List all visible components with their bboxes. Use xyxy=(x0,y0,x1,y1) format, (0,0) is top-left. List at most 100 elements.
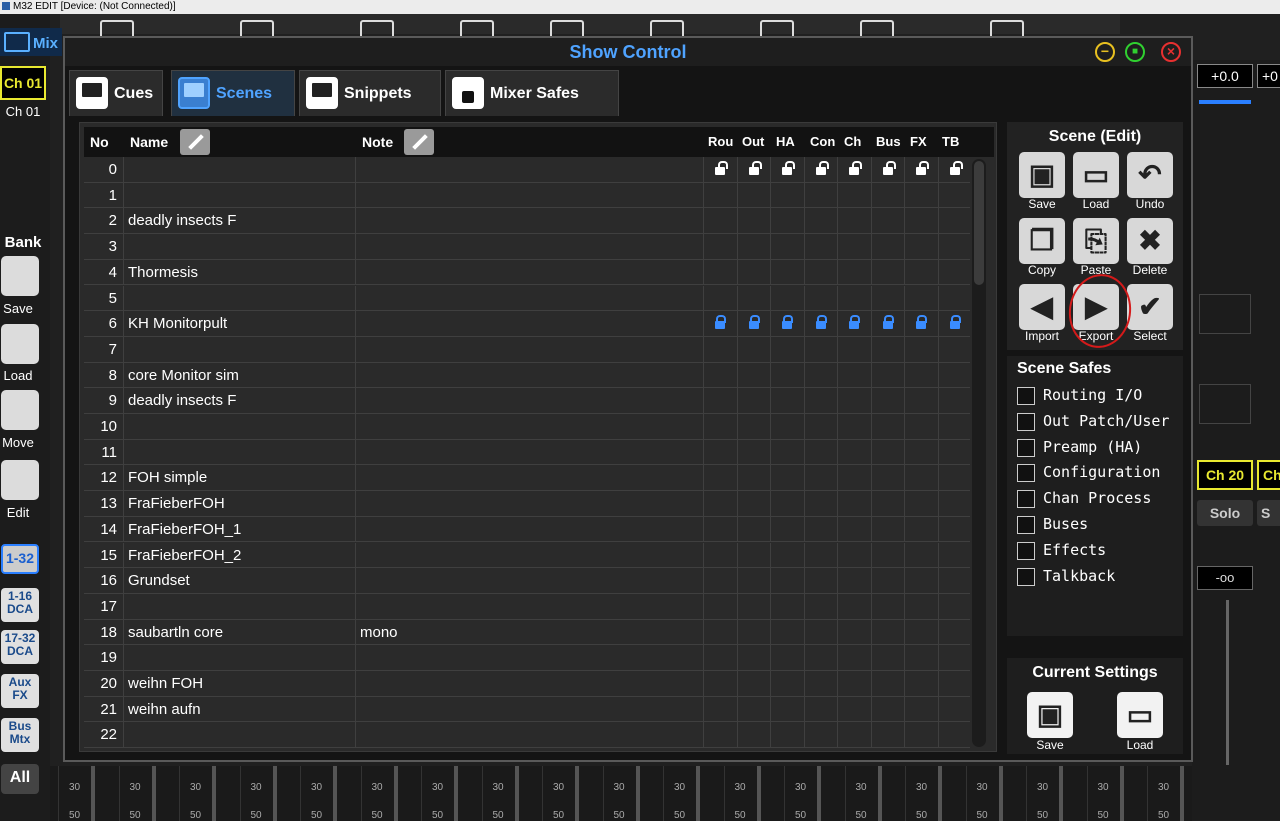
scene-note[interactable] xyxy=(356,388,704,414)
safe-cell[interactable] xyxy=(738,259,771,286)
layer-1-32-button[interactable]: 1-32 xyxy=(1,544,39,574)
safe-cell[interactable] xyxy=(704,491,738,517)
scene-safe-checkbox[interactable] xyxy=(1017,464,1035,483)
safe-cell[interactable] xyxy=(704,516,738,543)
safe-cell[interactable] xyxy=(704,542,738,569)
safe-cell[interactable] xyxy=(704,671,738,697)
safe-cell[interactable] xyxy=(939,363,971,389)
scene-note[interactable] xyxy=(356,542,704,569)
table-row[interactable]: 14 FraFieberFOH_1 xyxy=(84,516,970,543)
safe-cell[interactable] xyxy=(771,259,805,286)
safe-cell[interactable] xyxy=(872,182,905,209)
safe-cell[interactable] xyxy=(738,182,771,209)
scene-name[interactable] xyxy=(124,336,356,363)
safe-cell[interactable] xyxy=(838,234,872,260)
gain-readout[interactable]: +0.0 xyxy=(1197,64,1253,88)
safe-cell[interactable] xyxy=(704,414,738,440)
safe-cell[interactable] xyxy=(738,234,771,260)
table-row[interactable]: 15 FraFieberFOH_2 xyxy=(84,542,970,569)
tab-scenes[interactable]: Scenes xyxy=(171,70,295,116)
safe-cell[interactable] xyxy=(939,465,971,491)
safe-cell[interactable] xyxy=(771,593,805,620)
scene-note[interactable] xyxy=(356,516,704,543)
safe-cell[interactable] xyxy=(939,208,971,234)
safe-cell[interactable] xyxy=(805,722,838,749)
paste-scene-button[interactable]: ⎘ xyxy=(1073,218,1119,264)
fader-scale[interactable]: 30 50 xyxy=(844,766,901,821)
scene-note[interactable] xyxy=(356,234,704,260)
scene-note[interactable] xyxy=(356,491,704,517)
fader-scale[interactable]: 30 50 xyxy=(239,766,296,821)
scene-note[interactable] xyxy=(356,208,704,235)
bank-load-button[interactable] xyxy=(1,324,39,364)
bank-save-button[interactable] xyxy=(1,256,39,296)
layer-aux-fx-button[interactable]: Aux FX xyxy=(1,674,39,708)
safe-cell[interactable] xyxy=(905,311,939,337)
channel-next-label[interactable]: Ch xyxy=(1257,460,1280,490)
scene-name[interactable]: saubartln core xyxy=(124,619,356,646)
safe-cell[interactable] xyxy=(939,620,971,646)
safe-cell[interactable] xyxy=(838,671,872,697)
safe-cell[interactable] xyxy=(805,619,838,646)
safe-cell[interactable] xyxy=(939,594,971,620)
safe-cell[interactable] xyxy=(838,362,872,389)
safe-cell[interactable] xyxy=(939,440,971,466)
safe-cell[interactable] xyxy=(872,362,905,389)
safe-cell[interactable] xyxy=(805,234,838,260)
safe-cell[interactable] xyxy=(872,388,905,414)
safe-cell[interactable] xyxy=(805,285,838,312)
safe-cell[interactable] xyxy=(805,542,838,569)
import-scene-button[interactable]: ◀ xyxy=(1019,284,1065,330)
safe-cell[interactable] xyxy=(738,285,771,312)
safe-cell[interactable] xyxy=(704,696,738,723)
safe-cell[interactable] xyxy=(872,234,905,260)
safe-cell[interactable] xyxy=(905,336,939,363)
safe-cell[interactable] xyxy=(905,619,939,646)
channel-label[interactable]: Ch 01 xyxy=(0,66,46,100)
mix-tab[interactable]: Mix xyxy=(0,28,62,56)
safe-cell[interactable] xyxy=(905,362,939,389)
safe-cell[interactable] xyxy=(771,414,805,440)
safe-cell[interactable] xyxy=(872,157,905,183)
table-row[interactable]: 11 xyxy=(84,439,971,466)
minimize-icon[interactable]: − xyxy=(1095,42,1115,62)
safe-cell[interactable] xyxy=(738,388,771,414)
safe-cell[interactable] xyxy=(905,182,939,209)
scene-name[interactable]: deadly insects F xyxy=(124,208,356,235)
safe-cell[interactable] xyxy=(872,645,905,671)
scene-note[interactable] xyxy=(356,182,704,209)
safe-cell[interactable] xyxy=(771,234,805,260)
scene-name[interactable]: deadly insects F xyxy=(124,388,356,414)
safe-cell[interactable] xyxy=(905,516,939,543)
scene-note[interactable] xyxy=(356,645,704,671)
safe-cell[interactable] xyxy=(838,285,872,312)
safe-cell[interactable] xyxy=(771,336,805,363)
safe-cell[interactable] xyxy=(872,465,905,492)
tab-mixer-safes[interactable]: Mixer Safes xyxy=(445,70,619,116)
safe-cell[interactable] xyxy=(704,568,738,594)
safe-cell[interactable] xyxy=(939,260,971,286)
safe-cell[interactable] xyxy=(838,388,872,414)
channel-20-label[interactable]: Ch 20 xyxy=(1197,460,1253,490)
fader-scale[interactable]: 30 50 xyxy=(542,766,598,821)
safe-cell[interactable] xyxy=(738,336,771,363)
safe-cell[interactable] xyxy=(738,645,771,671)
safe-cell[interactable] xyxy=(838,336,872,363)
table-row[interactable]: 13 FraFieberFOH xyxy=(84,491,970,517)
fader-scale[interactable]: 30 50 xyxy=(784,766,840,821)
table-row[interactable]: 21 weihn aufn xyxy=(84,696,970,723)
safe-cell[interactable] xyxy=(872,671,905,697)
safe-cell[interactable] xyxy=(872,285,905,312)
scene-note[interactable] xyxy=(356,259,704,286)
copy-scene-button[interactable]: ❐ xyxy=(1019,218,1065,264)
scene-note[interactable] xyxy=(356,465,704,492)
safe-cell[interactable] xyxy=(905,542,939,569)
safe-cell[interactable] xyxy=(771,491,805,517)
safe-cell[interactable] xyxy=(838,722,872,749)
safe-cell[interactable] xyxy=(872,696,905,723)
current-save-button[interactable]: ▣ xyxy=(1027,692,1073,738)
table-row[interactable]: 10 xyxy=(84,414,970,440)
scene-name[interactable] xyxy=(124,182,356,209)
fader-scale[interactable]: 30 50 xyxy=(421,766,477,821)
bank-edit-button[interactable] xyxy=(1,460,39,500)
